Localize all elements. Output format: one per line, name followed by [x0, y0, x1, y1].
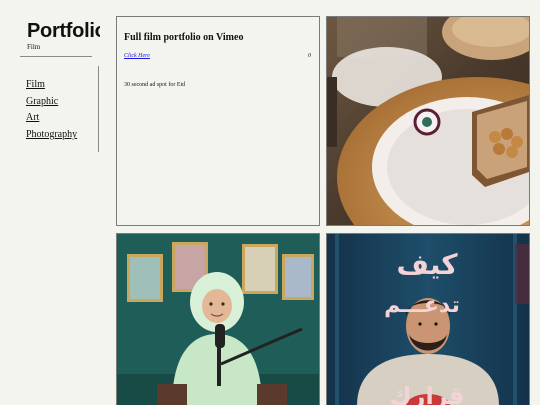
main-nav: Film Graphic Art Photography: [26, 77, 77, 144]
comment-count: 0: [308, 53, 311, 59]
podcast-guest-photo: [117, 234, 319, 405]
poster-title-line3: قرارك: [390, 382, 465, 405]
nav-item-film[interactable]: Film: [26, 77, 77, 94]
nav-item-graphic[interactable]: Graphic: [26, 94, 77, 111]
vimeo-portfolio-tile: Full film portfolio on Vimeo Click Here …: [116, 16, 320, 226]
poster-title-line1: كيف: [396, 248, 458, 281]
dates-box-photo-tile[interactable]: [326, 16, 530, 226]
arabic-poster-tile[interactable]: كيف تدعـــم قرارك: [326, 233, 530, 405]
podcast-guest-photo-tile[interactable]: [116, 233, 320, 405]
sidebar: Portfolio Film Film Graphic Art Photogra…: [0, 0, 110, 405]
poster-title-line2: تدعـــم: [384, 293, 460, 318]
nav-divider: [98, 66, 99, 152]
click-here-link[interactable]: Click Here: [124, 53, 150, 59]
dates-box-photo: [327, 17, 529, 225]
nav-item-art[interactable]: Art: [26, 110, 77, 127]
tile-description: 30 second ad spot for Eid: [124, 82, 186, 88]
arabic-poster: كيف تدعـــم قرارك: [327, 234, 529, 405]
nav-item-photography[interactable]: Photography: [26, 127, 77, 144]
title-divider: [20, 56, 92, 57]
site-title[interactable]: Portfolio: [27, 20, 100, 43]
site-subtitle: Film: [27, 43, 41, 51]
tile-heading: Full film portfolio on Vimeo: [124, 32, 244, 43]
